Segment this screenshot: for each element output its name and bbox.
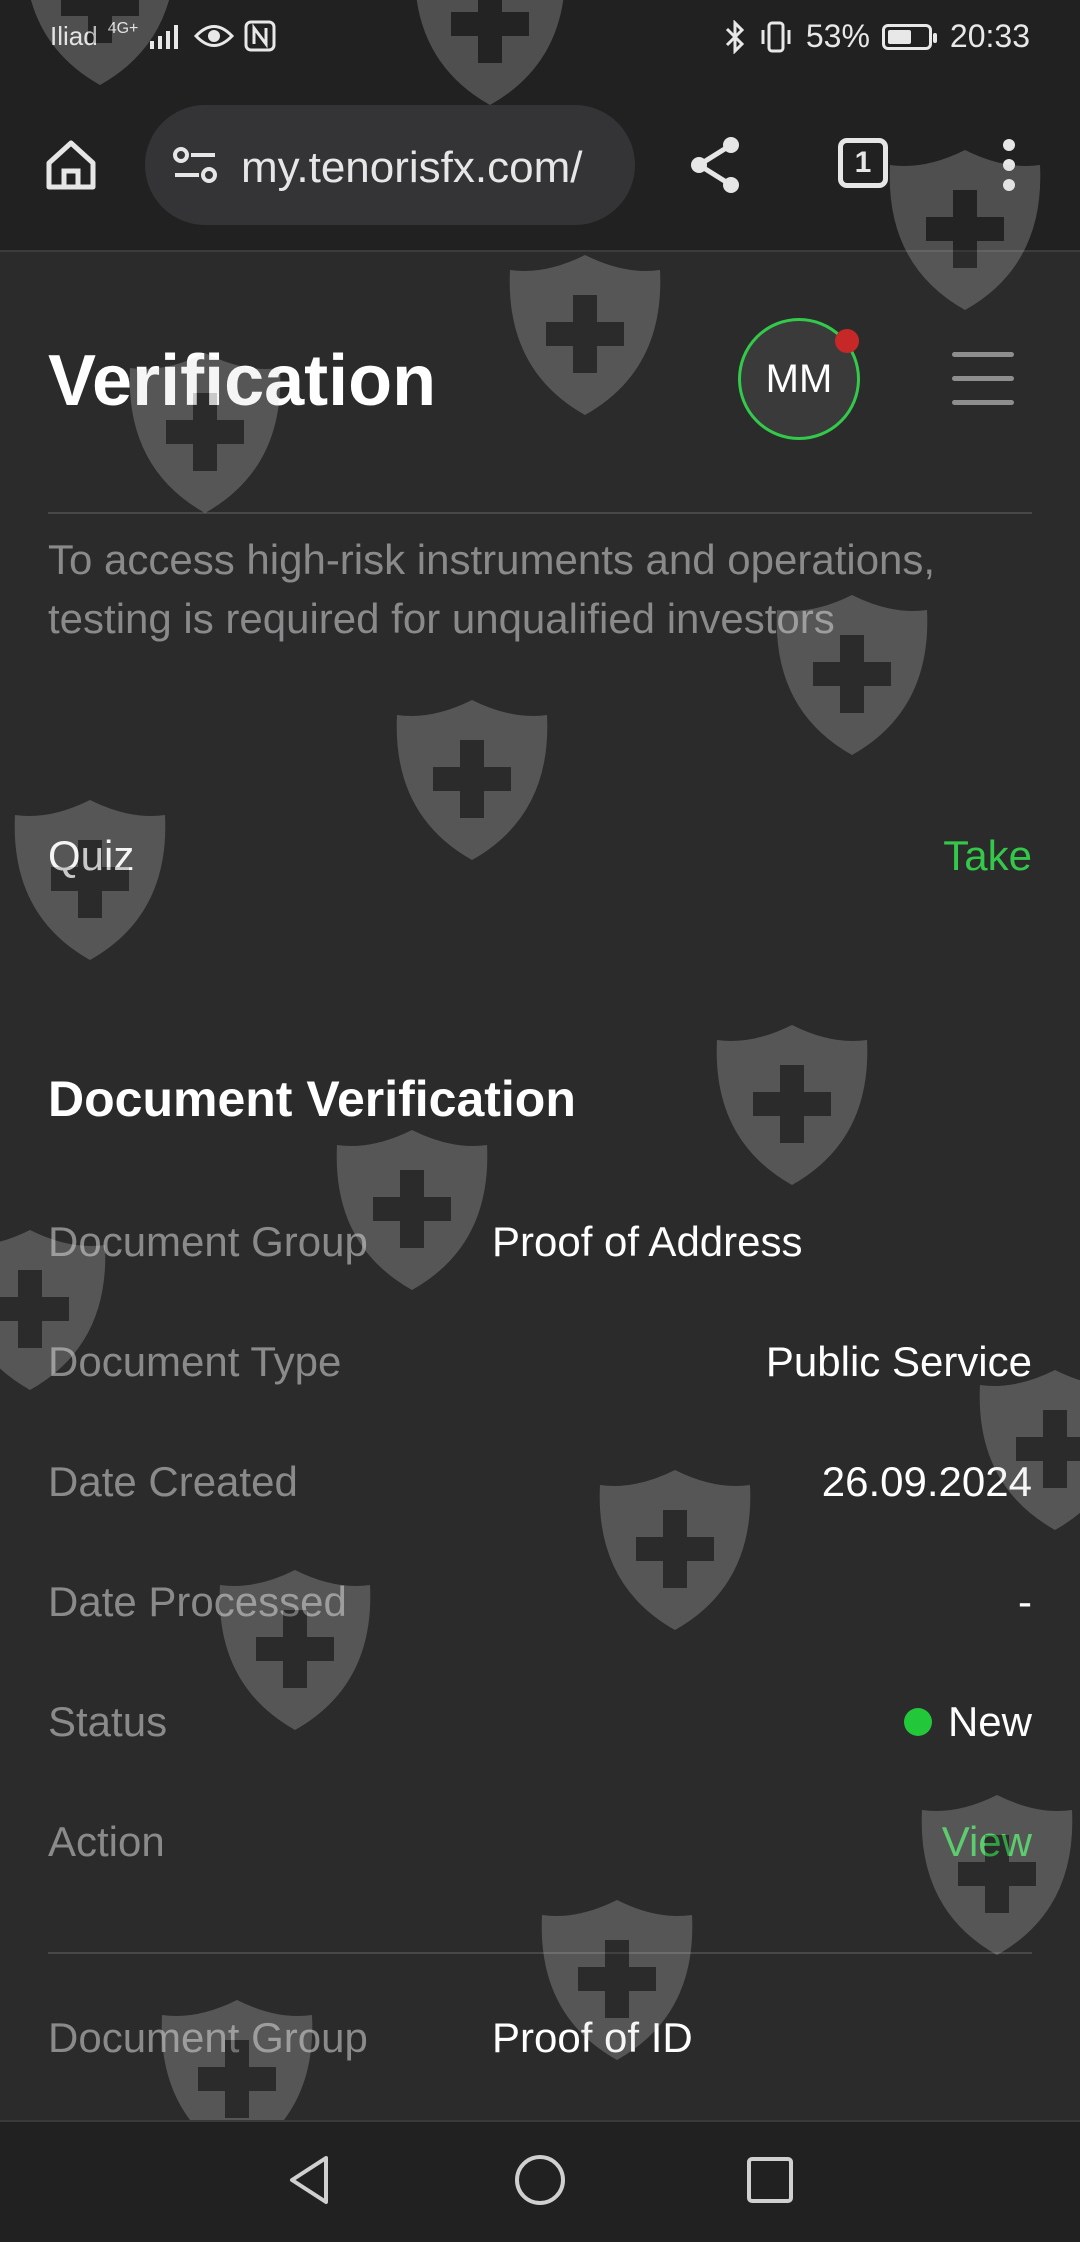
tune-icon[interactable] (171, 145, 219, 185)
nav-back-icon[interactable] (280, 2150, 340, 2210)
page-title: Verification (48, 341, 437, 421)
quiz-description: To access high-risk instruments and oper… (48, 536, 936, 642)
status-label: Status (48, 1698, 168, 1745)
document-type-value: Public Service (765, 1338, 1032, 1385)
status-dot (903, 1708, 932, 1736)
tab-switcher-button[interactable]: 1 (830, 130, 896, 196)
share-button[interactable] (680, 125, 750, 205)
address-bar[interactable]: my.tenorisfx.com/ (145, 105, 635, 225)
document-verification-title: Document Verification (48, 1071, 576, 1127)
tab-count: 1 (854, 146, 872, 179)
more-vert-icon (1003, 139, 1015, 191)
date-created-label: Date Created (48, 1458, 298, 1505)
status-bar-left: Iliad 4G+ (50, 20, 276, 52)
date-processed-value: - (1018, 1578, 1032, 1625)
take-quiz-link[interactable]: Take (943, 832, 1032, 880)
document-group-value: Proof of Address (492, 1218, 803, 1265)
page-content: Verification MM To access high-risk inst… (0, 252, 1080, 2120)
nav-home-icon[interactable] (510, 2150, 570, 2210)
document-divider (48, 1952, 1032, 1954)
home-icon (46, 140, 96, 190)
battery-icon (881, 23, 937, 50)
view-document-link[interactable]: View (942, 1818, 1032, 1866)
notification-dot (835, 329, 859, 353)
status-badge: New (903, 1698, 1032, 1746)
avatar[interactable]: MM (738, 318, 860, 440)
share-icon (691, 137, 739, 193)
tab-switcher-icon: 1 (838, 138, 888, 188)
nav-recents-icon[interactable] (740, 2150, 800, 2210)
network-type: 4G+ (107, 20, 139, 37)
clock: 20:33 (949, 18, 1030, 54)
avatar-initials: MM (765, 356, 833, 401)
quiz-label: Quiz (48, 832, 135, 879)
date-created-value: 26.09.2024 (821, 1458, 1032, 1505)
battery-percent: 53% (805, 18, 870, 54)
hamburger-menu-icon[interactable] (952, 350, 1014, 408)
status-bar: Iliad 4G+ 53% 20:33 (0, 0, 1080, 80)
document-group-value: Proof of ID (492, 2014, 693, 2061)
browser-toolbar: my.tenorisfx.com/ 1 (0, 80, 1080, 252)
header-divider (48, 512, 1032, 514)
status-bar-right: 53% 20:33 (724, 18, 1030, 55)
bluetooth-icon (725, 19, 744, 54)
carrier-name: Iliad (50, 20, 98, 51)
vibrate-icon (761, 21, 791, 52)
url-text[interactable]: my.tenorisfx.com/ (241, 143, 582, 193)
action-label: Action (48, 1818, 165, 1865)
home-button[interactable] (36, 125, 106, 205)
document-group-label: Document Group (48, 1218, 368, 1265)
eye-icon (194, 25, 235, 47)
document-group-label: Document Group (48, 2014, 368, 2061)
document-type-label: Document Type (48, 1338, 342, 1385)
nfc-icon (244, 20, 276, 52)
status-value: New (947, 1698, 1032, 1745)
signal-icon (150, 25, 179, 49)
system-nav-bar (0, 2120, 1080, 2242)
overflow-menu-button[interactable] (984, 125, 1034, 205)
date-processed-label: Date Processed (48, 1578, 347, 1625)
